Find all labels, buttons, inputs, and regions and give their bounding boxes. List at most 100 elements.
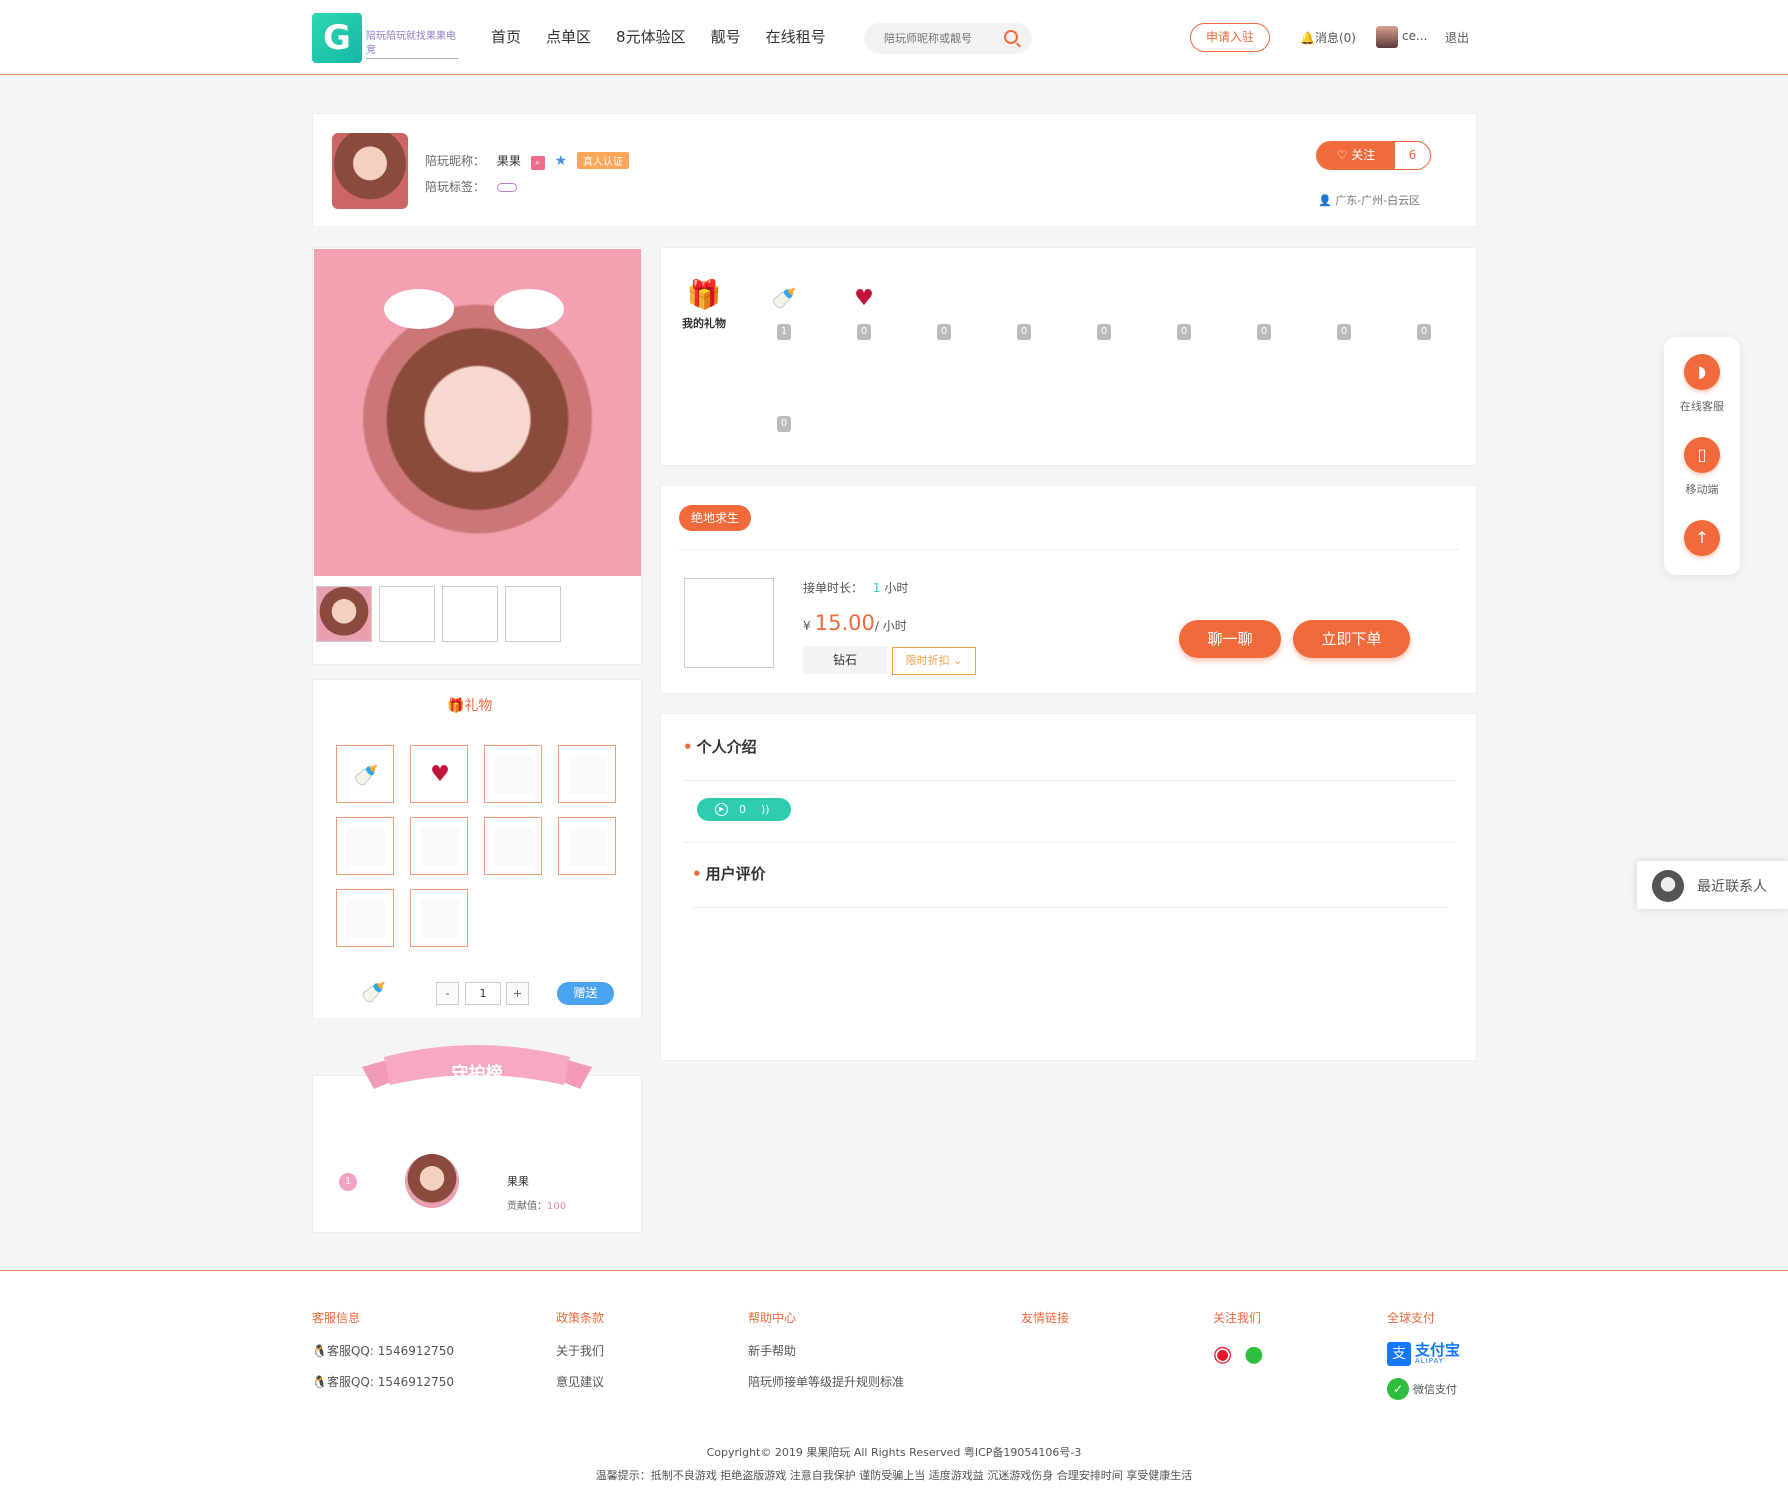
selected-gift-icon: 🍼 [361, 980, 386, 1004]
quantity-input[interactable]: 1 [465, 982, 501, 1005]
follow-label: ♡ 关注 [1317, 142, 1395, 169]
copyright: Copyright© 2019 果果陪玩 All Rights Reserved… [706, 1446, 1082, 1459]
gift-item[interactable] [484, 817, 542, 875]
chat-button[interactable]: 聊一聊 [1179, 620, 1281, 658]
reviews-title: 用户评价 [692, 863, 766, 884]
follow-label-text: 关注 [1351, 148, 1376, 162]
gift-item[interactable] [558, 817, 616, 875]
order-panel: 绝地求生 接单时长： 1 小时 ¥ 15.00/ 小时 钻石 限时折扣 ⌄ 聊一… [660, 485, 1477, 694]
thumbnail-4[interactable] [505, 586, 561, 642]
wechat-icon[interactable]: ● [1244, 1342, 1263, 1367]
footer-follow: 关注我们 ◉ ● [1213, 1309, 1263, 1367]
plus-button[interactable]: + [506, 982, 529, 1005]
wechat-pay-icon: ✓ [1387, 1378, 1409, 1400]
recent-contacts-label: 最近联系人 [1697, 879, 1767, 895]
gift-placeholder-icon [1409, 286, 1439, 316]
nav-home[interactable]: 首页 [491, 26, 521, 47]
nav-trial-zone[interactable]: 8元体验区 [616, 26, 686, 47]
give-gift-button[interactable]: 赠送 [557, 982, 614, 1005]
footer-service: 客服信息 🐧客服QQ: 1546912750 🐧客服QQ: 1546912750 [312, 1309, 454, 1404]
gift-count: 0 [937, 324, 951, 340]
divider [683, 842, 1455, 843]
weibo-icon[interactable]: ◉ [1213, 1342, 1232, 1367]
gift-item[interactable] [558, 745, 616, 803]
discount-label: 限时折扣 [905, 654, 950, 667]
user-avatar[interactable] [1376, 26, 1398, 48]
gift-item[interactable] [336, 817, 394, 875]
newbie-help-link[interactable]: 新手帮助 [748, 1342, 904, 1359]
messages-link[interactable]: 🔔消息(0) [1300, 29, 1356, 46]
guard-ribbon: 守护榜 [362, 1039, 592, 1099]
search-icon[interactable] [1004, 30, 1018, 44]
gift-placeholder [347, 900, 385, 938]
nav-vip-number[interactable]: 靓号 [711, 26, 741, 47]
gift-count-item: 0 [1409, 286, 1439, 340]
game-tag[interactable]: 绝地求生 [679, 505, 752, 531]
about-link[interactable]: 关于我们 [556, 1342, 604, 1359]
alipay-text: 支付宝 [1415, 1341, 1461, 1359]
upgrade-rules-link[interactable]: 陪玩师接单等级提升规则标准 [748, 1373, 904, 1390]
divider [679, 549, 1459, 550]
gift-count-item: 🍼 1 [769, 286, 799, 340]
minus-button[interactable]: - [436, 982, 459, 1005]
apply-button[interactable]: 申请入驻 [1190, 23, 1270, 52]
location: 👤 广东-广州-白云区 [1318, 192, 1420, 208]
follow-count: 6 [1408, 148, 1417, 162]
arrow-up-icon: ↑ [1684, 520, 1720, 556]
logo-text: 陪玩陪玩就找果果电竞 [366, 30, 458, 59]
qq-link[interactable]: 🐧客服QQ: 1546912750 [312, 1342, 454, 1359]
chevron-down-icon: ⌄ [949, 654, 963, 667]
recent-contacts[interactable]: 最近联系人 [1637, 861, 1788, 909]
main-photo[interactable] [314, 249, 641, 576]
footer-heading: 友情链接 [1021, 1311, 1070, 1325]
gift-item[interactable] [336, 889, 394, 947]
back-to-top[interactable]: ↑ [1664, 520, 1740, 556]
online-service[interactable]: ◗ 在线客服 [1664, 354, 1740, 414]
nickname: 果果 [496, 154, 521, 168]
gift-count: 0 [1417, 324, 1431, 340]
voice-player[interactable]: ▶ 0 )) [697, 798, 791, 821]
gift-count: 0 [1177, 324, 1191, 340]
gift-item[interactable] [410, 889, 468, 947]
qq-text: 客服QQ: 1546912750 [326, 1344, 455, 1358]
duration-row: 接单时长： 1 小时 [803, 579, 908, 596]
thumbnail-3[interactable] [442, 586, 498, 642]
gift-box: 🎁礼物 🍼 ♥ 🍼 - 1 + 赠送 [312, 679, 642, 1019]
thumbnail-1[interactable] [316, 586, 372, 642]
guard-name: 果果 [507, 1175, 529, 1188]
logout-link[interactable]: 退出 [1445, 29, 1469, 46]
game-image [684, 578, 774, 668]
nav-account-rental[interactable]: 在线租号 [766, 26, 826, 47]
discount-dropdown[interactable]: 限时折扣 ⌄ [892, 647, 976, 675]
username[interactable]: ce... [1402, 29, 1427, 43]
contribution-value: 100 [547, 1201, 567, 1212]
price-row: ¥ 15.00/ 小时 [803, 611, 907, 635]
gift-item[interactable]: ♥ [410, 745, 468, 803]
photo-gallery [312, 247, 642, 665]
feedback-link[interactable]: 意见建议 [556, 1373, 604, 1390]
gift-count: 1 [777, 324, 791, 340]
nickname-row: 陪玩昵称： 果果 ⌕ ★ 真人认证 [425, 152, 629, 170]
health-notice: 温馨提示：抵制不良游戏 拒绝盗版游戏 注意自我保护 谨防受骗上当 适度游戏益 沉… [595, 1469, 1193, 1482]
gift-item[interactable]: 🍼 [336, 745, 394, 803]
search-input[interactable] [864, 23, 984, 54]
nav-order-zone[interactable]: 点单区 [546, 26, 591, 47]
gift-item[interactable] [410, 817, 468, 875]
footer-payment: 全球支付 支 支付宝 ALIPAY ✓ 微信支付 [1387, 1309, 1460, 1400]
gift-item[interactable] [484, 745, 542, 803]
qq-link[interactable]: 🐧客服QQ: 1546912750 [312, 1373, 454, 1390]
tag-pill [496, 183, 517, 192]
received-gifts-panel: 🎁 我的礼物 🍼 1 ♥ 0 0 0 0 0 0 0 0 0 [660, 247, 1477, 466]
gift-placeholder-icon [1329, 286, 1359, 316]
gift-placeholder-icon [1089, 286, 1119, 316]
bell-icon: 🔔 [1300, 31, 1315, 45]
gift-placeholder [569, 828, 607, 866]
thumbnail-2[interactable] [379, 586, 435, 642]
qq-icon: ◗ [1684, 354, 1720, 390]
search-user-icon: ⌕ [530, 156, 545, 170]
gift-placeholder [421, 900, 459, 938]
order-now-button[interactable]: 立即下单 [1293, 620, 1410, 658]
logo[interactable]: G [312, 13, 362, 63]
mobile-app[interactable]: ▯ 移动端 [1664, 437, 1740, 497]
follow-button[interactable]: ♡ 关注 6 [1316, 141, 1431, 170]
